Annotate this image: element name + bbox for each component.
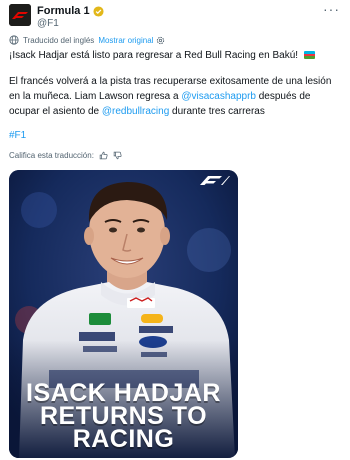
show-original-link[interactable]: Mostrar original: [98, 36, 153, 45]
globe-icon: [9, 35, 19, 45]
hashtag-f1[interactable]: #F1: [9, 130, 26, 141]
thumbs-up-icon[interactable]: [99, 151, 108, 160]
gear-icon[interactable]: [156, 36, 165, 45]
mention-visacashapprb[interactable]: @visacashapprb: [181, 91, 256, 102]
translation-notice-text: Traducido del inglés: [23, 35, 95, 45]
handle[interactable]: @F1: [37, 18, 59, 29]
tweet-text-body: El francés volverá a la pista tras recup…: [9, 74, 340, 119]
more-dots-icon[interactable]: ···: [323, 2, 340, 16]
tweet-body-part3: durante tres carreras: [169, 106, 265, 117]
media-tagline-line3: RACING: [72, 425, 175, 453]
tweet-hashtags: #F1: [9, 128, 340, 143]
rate-translation-label: Califica esta traducción:: [9, 150, 94, 160]
f1-logo-icon: [9, 4, 31, 26]
translation-notice: Traducido del inglés Mostrar original: [9, 33, 165, 47]
tweet-headline: ¡Isack Hadjar está listo para regresar a…: [9, 50, 299, 61]
tweet-header: Formula 1 @F1 ···: [9, 2, 342, 29]
thumbs-down-icon[interactable]: [113, 151, 122, 160]
azerbaijan-flag-icon: [303, 51, 315, 59]
tweet-media-image[interactable]: ISACK HADJAR RETURNS TO RACING: [9, 170, 238, 458]
rate-translation: Califica esta traducción:: [9, 148, 122, 162]
f1-logo-icon: [200, 176, 230, 185]
display-name[interactable]: Formula 1: [37, 5, 90, 17]
tweet-text-line1: ¡Isack Hadjar está listo para regresar a…: [9, 48, 340, 63]
verified-badge-icon: [93, 5, 104, 17]
avatar[interactable]: [9, 4, 31, 26]
mention-redbullracing[interactable]: @redbullracing: [102, 106, 169, 117]
